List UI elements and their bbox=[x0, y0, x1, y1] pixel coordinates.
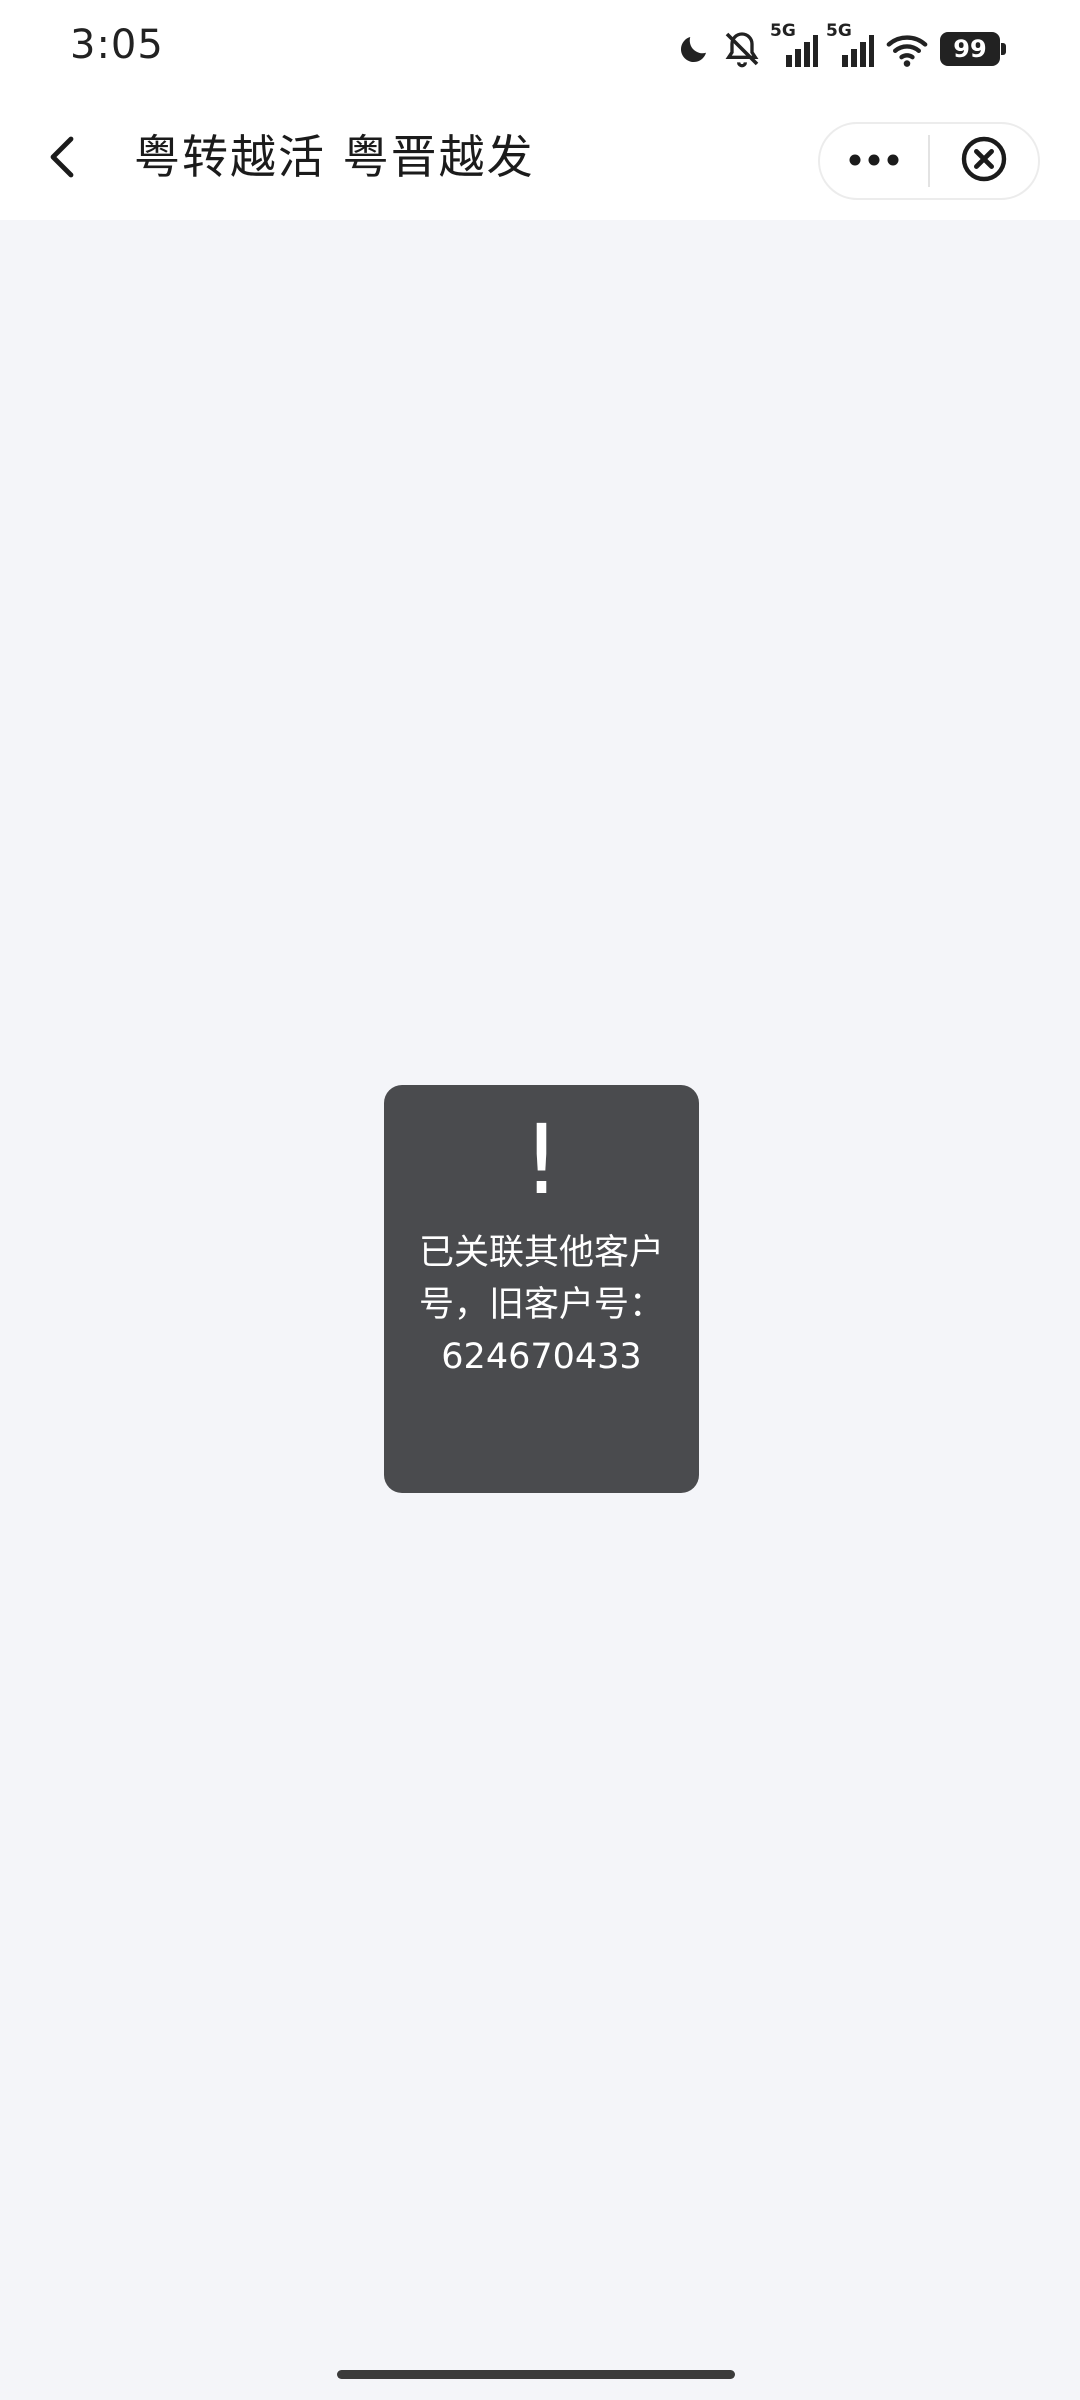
page-title: 粤转越活 粤晋越发 bbox=[134, 130, 535, 184]
back-button[interactable] bbox=[28, 124, 98, 194]
close-circle-icon bbox=[960, 135, 1008, 187]
bell-muted-icon bbox=[722, 29, 762, 69]
mini-program-capsule bbox=[818, 122, 1040, 200]
close-button[interactable] bbox=[930, 124, 1038, 198]
signal-icon-2: 5G bbox=[826, 21, 874, 69]
status-icons: 5G 5G 99 bbox=[676, 21, 1006, 72]
home-indicator[interactable] bbox=[337, 2370, 735, 2379]
wifi-icon bbox=[884, 29, 930, 69]
toast-message: 已关联其他客户号，旧客户号：624670433 bbox=[418, 1233, 664, 1377]
toast-dialog: ! 已关联其他客户号，旧客户号：624670433 bbox=[384, 1085, 699, 1493]
nav-bar: 粤转越活 粤晋越发 bbox=[0, 100, 1080, 220]
network-type-2: 5G bbox=[826, 21, 852, 41]
battery-level: 99 bbox=[953, 35, 987, 63]
status-time: 3:05 bbox=[70, 22, 164, 68]
chevron-left-icon bbox=[43, 133, 83, 185]
signal-icon-1: 5G bbox=[770, 21, 818, 69]
moon-icon bbox=[676, 31, 712, 67]
network-type-1: 5G bbox=[770, 21, 796, 41]
more-button[interactable] bbox=[820, 124, 928, 198]
exclamation-icon: ! bbox=[522, 1104, 561, 1216]
status-bar: 3:05 5G 5G 99 bbox=[0, 0, 1080, 100]
battery-icon: 99 bbox=[940, 32, 1006, 66]
more-dots-icon bbox=[848, 152, 900, 171]
